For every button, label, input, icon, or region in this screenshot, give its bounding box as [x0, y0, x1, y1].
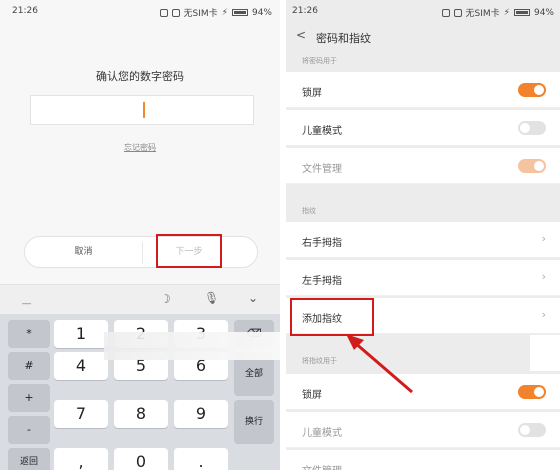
emoji-icon[interactable]: ☽ — [160, 292, 171, 306]
section-password-use: 将密码用于 — [302, 57, 337, 65]
sim-icon — [171, 8, 180, 17]
battery-icon — [231, 9, 248, 16]
forgot-password-link[interactable]: 忘记密码 — [0, 142, 280, 153]
lockscreen-toggle[interactable] — [518, 83, 546, 97]
row-lockscreen-fp[interactable]: 锁屏 — [286, 374, 560, 410]
row-left-thumb[interactable]: 左手拇指 › — [286, 260, 560, 296]
right-screen: 21:26 无SIM卡 ⚡ 94% < 密码和指纹 将密码用于 锁屏 儿童模式 … — [286, 0, 560, 470]
page-header: < 密码和指纹 — [286, 22, 560, 50]
file-manager-toggle[interactable] — [518, 159, 546, 173]
pin-input[interactable] — [30, 95, 254, 125]
status-bar: 21:26 无SIM卡 ⚡ 94% — [286, 0, 560, 22]
cancel-button[interactable]: 取消 — [25, 237, 142, 267]
sim-icon — [453, 8, 462, 17]
battery-icon — [513, 9, 530, 16]
row-lockscreen[interactable]: 锁屏 — [286, 72, 560, 108]
status-time: 21:26 — [12, 6, 38, 16]
chevron-down-icon[interactable]: ⌄ — [248, 291, 258, 305]
charging-icon: ⚡ — [221, 7, 228, 18]
carrier-text: 无SIM卡 — [465, 9, 500, 19]
key-1[interactable]: 1 — [54, 320, 108, 348]
alarm-icon — [159, 8, 168, 17]
alarm-icon — [441, 8, 450, 17]
pin-title: 确认您的数字密码 — [96, 70, 184, 83]
key-0[interactable]: 0 — [114, 448, 168, 470]
row-label: 文件管理 — [302, 462, 342, 470]
annotation-arrow-icon — [346, 334, 413, 394]
key-7[interactable]: 7 — [54, 400, 108, 428]
row-label: 左手拇指 — [302, 276, 342, 287]
row-label: 锁屏 — [302, 390, 322, 401]
blur-overlay — [104, 332, 280, 360]
status-time: 21:26 — [292, 6, 318, 16]
divider — [142, 242, 143, 264]
overlay-patch — [530, 335, 560, 371]
row-kids-mode-fp[interactable]: 儿童模式 — [286, 412, 560, 448]
key-period[interactable]: . — [174, 448, 228, 470]
page-title: 密码和指纹 — [316, 32, 371, 45]
section-fingerprint: 指纹 — [302, 207, 316, 215]
row-kids-mode[interactable]: 儿童模式 — [286, 110, 560, 146]
key-4[interactable]: 4 — [54, 352, 108, 380]
text-caret — [143, 102, 145, 118]
row-label: 右手拇指 — [302, 238, 342, 249]
status-icons: 无SIM卡 ⚡ 94% — [159, 6, 272, 19]
charging-icon: ⚡ — [503, 7, 510, 18]
row-file-manager-fp[interactable]: 文件管理 — [286, 450, 560, 470]
key-back[interactable]: 返回 — [8, 448, 50, 470]
key-newline[interactable]: 换行 — [234, 400, 274, 444]
back-arrow-icon[interactable]: < — [296, 28, 306, 42]
microphone-icon[interactable]: 🎙 — [204, 291, 219, 305]
key-plus[interactable]: + — [8, 384, 50, 412]
status-bar: 21:26 无SIM卡 ⚡ 94% — [0, 0, 280, 22]
candidate-placeholder: __ — [22, 295, 31, 305]
row-label: 儿童模式 — [302, 126, 342, 137]
key-comma[interactable]: , — [54, 448, 108, 470]
chevron-right-icon: › — [541, 270, 546, 283]
row-label: 锁屏 — [302, 88, 322, 99]
carrier-text: 无SIM卡 — [183, 9, 218, 19]
status-icons: 无SIM卡 ⚡ 94% — [441, 6, 554, 19]
key-hash[interactable]: # — [8, 352, 50, 380]
key-8[interactable]: 8 — [114, 400, 168, 428]
lockscreen-fp-toggle[interactable] — [518, 385, 546, 399]
action-bar: 取消 — [24, 236, 258, 268]
row-file-manager[interactable]: 文件管理 — [286, 148, 560, 184]
row-label: 文件管理 — [302, 164, 342, 175]
kids-mode-fp-toggle[interactable] — [518, 423, 546, 437]
next-button[interactable]: 下一步 — [156, 234, 222, 268]
key-star[interactable]: * — [8, 320, 50, 348]
section-fingerprint-use: 将指纹用于 — [302, 357, 337, 365]
row-label: 儿童模式 — [302, 428, 342, 439]
chevron-right-icon: › — [541, 232, 546, 245]
key-9[interactable]: 9 — [174, 400, 228, 428]
kids-mode-toggle[interactable] — [518, 121, 546, 135]
keyboard-toolbar: __ ☽ 🎙 ⌄ — [0, 284, 280, 314]
battery-percent: 94% — [533, 7, 554, 18]
row-right-thumb[interactable]: 右手拇指 › — [286, 222, 560, 258]
key-minus[interactable]: - — [8, 416, 50, 444]
chevron-right-icon: › — [541, 308, 546, 321]
battery-percent: 94% — [251, 7, 272, 18]
left-screen: 21:26 无SIM卡 ⚡ 94% 确认您的数字密码 忘记密码 取消 下一步 _… — [0, 0, 280, 470]
